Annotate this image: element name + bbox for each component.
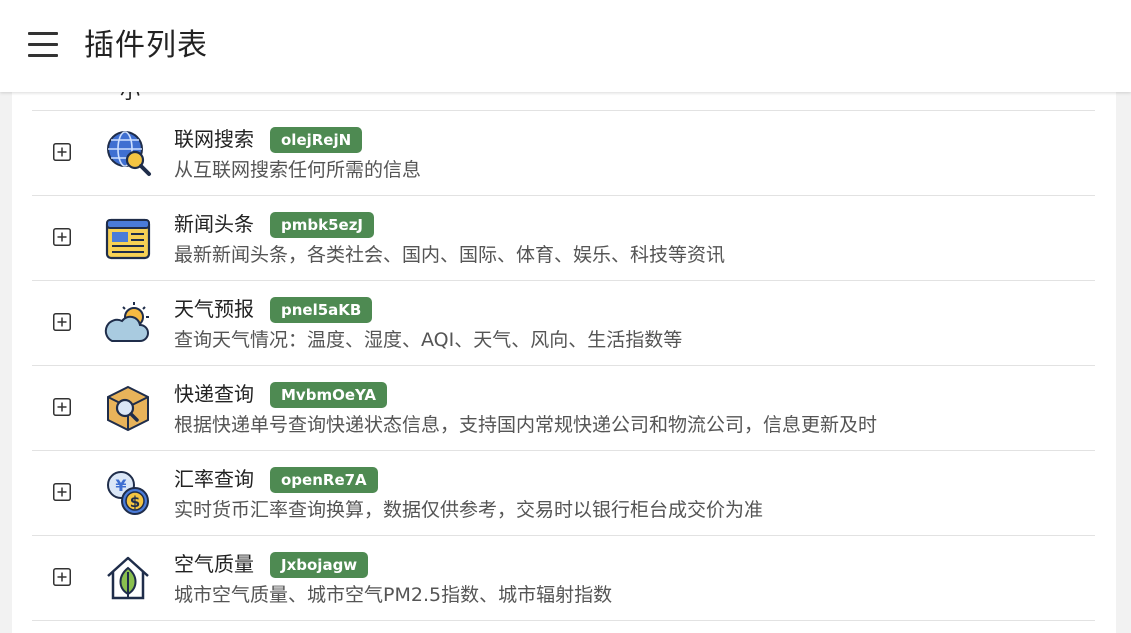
plugin-description: 根据快递单号查询快递状态信息，支持国内常规快递公司和物流公司，信息更新及时 <box>174 414 878 436</box>
plugin-name: 天气预报 <box>174 297 254 321</box>
weather-sun-cloud-icon <box>104 302 149 342</box>
expand-plus-icon[interactable] <box>53 143 71 161</box>
plugin-id-badge: MvbmOeYA <box>270 382 388 408</box>
plugin-row-express[interactable]: 快递查询 MvbmOeYA 根据快递单号查询快递状态信息，支持国内常规快递公司和… <box>32 366 1095 451</box>
plugin-id-badge: openRe7A <box>270 467 378 493</box>
plugin-description: 城市空气质量、城市空气PM2.5指数、城市辐射指数 <box>174 584 613 606</box>
plugin-description: 最新新闻头条，各类社会、国内、国际、体育、娱乐、科技等资讯 <box>174 244 726 266</box>
plugin-row-web-search[interactable]: 联网搜索 olejRejN 从互联网搜索任何所需的信息 <box>32 111 1095 196</box>
expand-plus-icon[interactable] <box>53 313 71 331</box>
plugin-id-badge: Jxbojagw <box>270 552 369 578</box>
package-search-icon <box>107 385 149 432</box>
plugin-description: 查询天气情况：温度、湿度、AQI、天气、风向、生活指数等 <box>174 329 683 351</box>
plugin-list-panel: 小 联网搜索 olejRejN 从互联网搜索任何所需的信息 <box>12 92 1116 633</box>
plugin-row-air-quality[interactable]: 空气质量 Jxbojagw 城市空气质量、城市空气PM2.5指数、城市辐射指数 <box>32 536 1095 621</box>
plugin-id-badge: pnel5aKB <box>270 297 373 323</box>
expand-plus-icon[interactable] <box>53 568 71 586</box>
svg-text:$: $ <box>130 493 140 511</box>
web-search-globe-icon <box>107 131 151 176</box>
scrollbar-track[interactable] <box>1116 92 1131 633</box>
plugin-row-weather[interactable]: 天气预报 pnel5aKB 查询天气情况：温度、湿度、AQI、天气、风向、生活指… <box>32 281 1095 366</box>
hamburger-menu-icon[interactable] <box>28 32 58 58</box>
air-quality-leaf-icon <box>107 556 149 600</box>
partial-list-item: 小 <box>32 92 1095 111</box>
plugin-description: 实时货币汇率查询换算，数据仅供参考，交易时以银行柜台成交价为准 <box>174 499 764 521</box>
plugin-name: 新闻头条 <box>174 212 254 236</box>
app-header: 插件列表 <box>0 0 1131 92</box>
newspaper-icon <box>105 218 151 260</box>
plugin-name: 汇率查询 <box>174 467 254 491</box>
currency-exchange-icon: ¥ $ <box>107 471 149 515</box>
plugin-id-badge: pmbk5ezJ <box>270 212 375 238</box>
page-title: 插件列表 <box>84 28 208 63</box>
plugin-id-badge: olejRejN <box>270 127 363 153</box>
plugin-row-exchange-rate[interactable]: ¥ $ 汇率查询 openRe7A 实时货币汇率查询换算，数据仅供参考，交易时以… <box>32 451 1095 536</box>
plugin-description: 从互联网搜索任何所需的信息 <box>174 159 422 181</box>
plugin-list: 联网搜索 olejRejN 从互联网搜索任何所需的信息 新闻头条 pmbk5ez… <box>32 111 1095 621</box>
expand-plus-icon[interactable] <box>53 483 71 501</box>
expand-plus-icon[interactable] <box>53 398 71 416</box>
expand-plus-icon[interactable] <box>53 228 71 246</box>
plugin-name: 快递查询 <box>174 382 254 406</box>
plugin-row-news[interactable]: 新闻头条 pmbk5ezJ 最新新闻头条，各类社会、国内、国际、体育、娱乐、科技… <box>32 196 1095 281</box>
plugin-name: 空气质量 <box>174 552 254 576</box>
partial-item-text: 小 <box>120 92 140 103</box>
plugin-name: 联网搜索 <box>174 127 254 151</box>
